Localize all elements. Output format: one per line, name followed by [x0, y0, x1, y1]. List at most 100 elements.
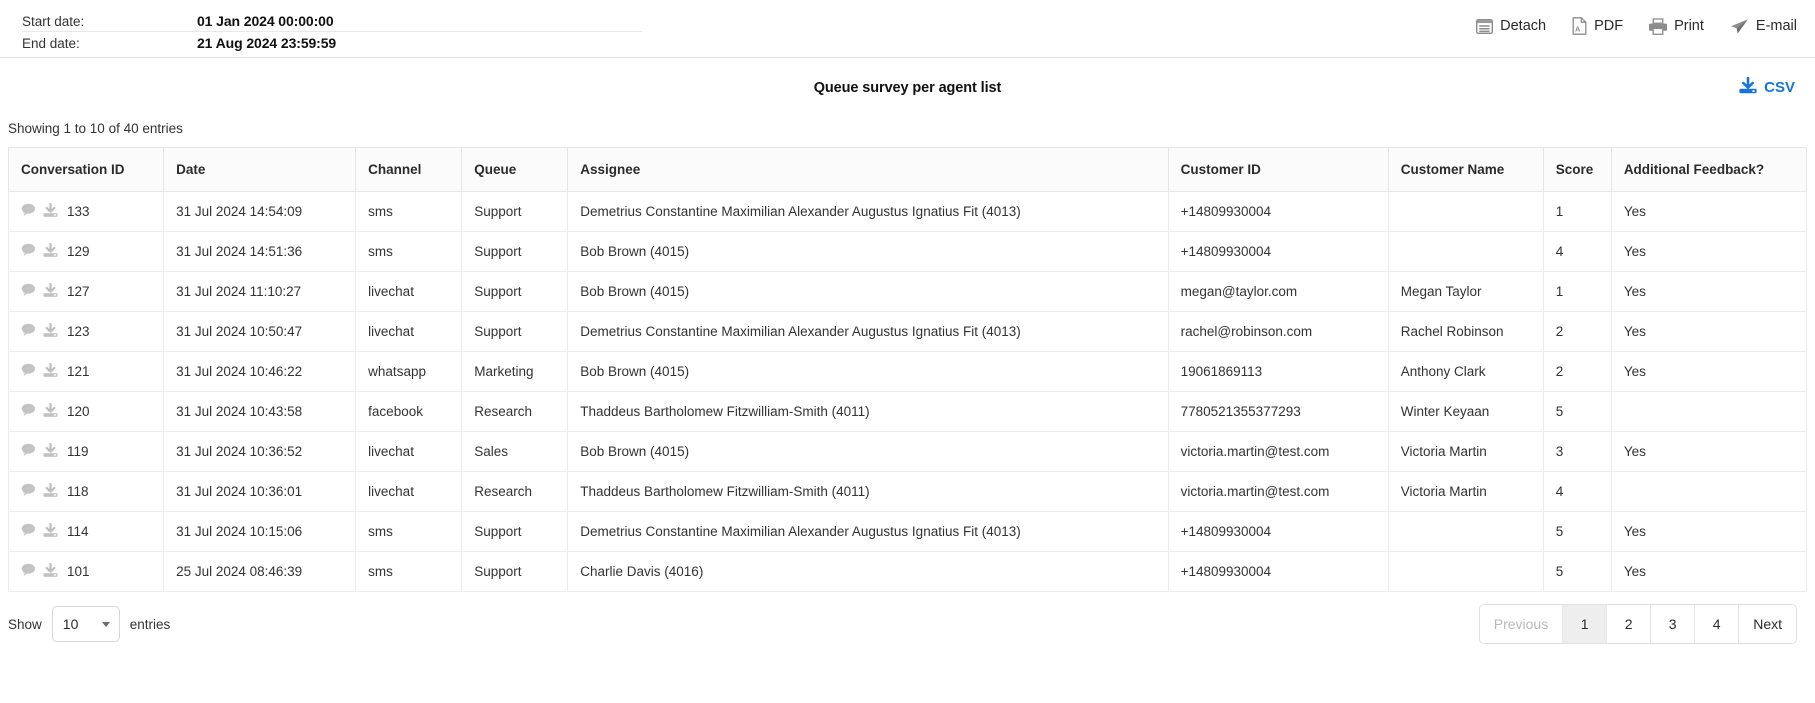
table-row: 118 31 Jul 2024 10:36:01 livechat Research T…	[7, 471, 1808, 512]
cell-customer-id: victoria.martin@test.com	[1167, 471, 1389, 512]
cell-customer-name: Megan Taylor	[1387, 271, 1544, 312]
chat-bubble-icon[interactable]	[21, 403, 36, 420]
printer-icon	[1649, 17, 1668, 35]
cell-additional-feedback	[1610, 471, 1808, 512]
pdf-button[interactable]: A PDF	[1572, 17, 1623, 35]
chat-bubble-icon[interactable]	[21, 483, 36, 500]
cell-customer-name	[1387, 551, 1544, 592]
report-actions-toolbar: Detach A PDF Print E-mail	[1476, 17, 1797, 35]
cell-customer-name: Rachel Robinson	[1387, 311, 1544, 352]
cell-score: 2	[1542, 351, 1612, 392]
table-row: 114 31 Jul 2024 10:15:06 sms Support Demetri…	[7, 511, 1808, 552]
cell-conversation-id: 121	[7, 351, 165, 392]
cell-date: 31 Jul 2024 10:15:06	[163, 511, 357, 552]
cell-queue: Research	[461, 391, 569, 432]
pdf-file-icon: A	[1572, 17, 1587, 35]
pagination-previous-button: Previous	[1479, 605, 1564, 643]
chat-bubble-icon[interactable]	[21, 523, 36, 540]
csv-export-button[interactable]: CSV	[1739, 76, 1795, 98]
download-icon[interactable]	[43, 322, 58, 341]
cell-assignee: Bob Brown (4015)	[567, 271, 1169, 312]
print-button[interactable]: Print	[1649, 17, 1704, 35]
cell-customer-name: Winter Keyaan	[1387, 391, 1544, 432]
table-row: 127 31 Jul 2024 11:10:27 livechat Support Bo…	[7, 271, 1808, 312]
table-row: 121 31 Jul 2024 10:46:22 whatsapp Marketing…	[7, 351, 1808, 392]
cell-customer-name: Victoria Martin	[1387, 471, 1544, 512]
cell-queue: Marketing	[461, 351, 569, 392]
pagination-3-button[interactable]: 3	[1651, 605, 1696, 643]
cell-customer-name: Victoria Martin	[1387, 431, 1544, 472]
cell-score: 4	[1542, 471, 1612, 512]
pagination-next-button[interactable]: Next	[1739, 605, 1796, 643]
cell-channel: sms	[355, 191, 463, 232]
cell-assignee: Demetrius Constantine Maximilian Alexand…	[567, 191, 1169, 232]
download-icon[interactable]	[43, 442, 58, 461]
pagination: Previous 1 2 3 4 Next	[1478, 604, 1797, 644]
cell-assignee: Bob Brown (4015)	[567, 231, 1169, 272]
conversation-id-value: 123	[67, 324, 90, 339]
cell-date: 31 Jul 2024 11:10:27	[163, 271, 357, 312]
cell-queue: Support	[461, 551, 569, 592]
download-icon[interactable]	[43, 482, 58, 501]
table-row: 129 31 Jul 2024 14:51:36 sms Support Bob Bro…	[7, 231, 1808, 272]
table-container: Conversation ID Date Channel Queue Assig…	[0, 147, 1815, 592]
cell-channel: livechat	[355, 311, 463, 352]
download-icon[interactable]	[43, 362, 58, 381]
chat-bubble-icon[interactable]	[21, 203, 36, 220]
chat-bubble-icon[interactable]	[21, 363, 36, 380]
pagination-1-button[interactable]: 1	[1563, 605, 1608, 643]
cell-score: 1	[1542, 271, 1612, 312]
cell-assignee: Demetrius Constantine Maximilian Alexand…	[567, 511, 1169, 552]
conversation-id-cell: 119	[21, 442, 151, 461]
entries-label: entries	[129, 616, 171, 632]
download-icon[interactable]	[43, 202, 58, 221]
download-icon[interactable]	[43, 402, 58, 421]
cell-score: 5	[1542, 551, 1612, 592]
report-title-row: Queue survey per agent list CSV	[0, 58, 1815, 120]
chat-bubble-icon[interactable]	[21, 283, 36, 300]
chat-bubble-icon[interactable]	[21, 563, 36, 580]
download-icon[interactable]	[43, 282, 58, 301]
cell-score: 1	[1542, 191, 1612, 232]
pagination-4-button[interactable]: 4	[1695, 605, 1740, 643]
cell-conversation-id: 129	[7, 231, 165, 272]
cell-conversation-id: 101	[7, 551, 165, 592]
column-header-queue: Queue	[461, 147, 569, 192]
page-size-value: 10	[62, 616, 79, 632]
cell-conversation-id: 133	[7, 191, 165, 232]
cell-customer-name	[1387, 191, 1544, 232]
download-icon[interactable]	[43, 562, 58, 581]
download-icon[interactable]	[43, 522, 58, 541]
column-header-date: Date	[163, 147, 357, 192]
conversation-id-cell: 127	[21, 282, 151, 301]
start-date-value: 01 Jan 2024 00:00:00	[197, 13, 334, 29]
email-button[interactable]: E-mail	[1730, 18, 1797, 35]
cell-customer-name	[1387, 231, 1544, 272]
conversation-id-value: 101	[67, 564, 90, 579]
page-size-select[interactable]: 10	[51, 606, 120, 642]
detach-label: Detach	[1500, 18, 1547, 34]
end-date-row: End date: 21 Aug 2024 23:59:59	[22, 32, 642, 54]
paper-plane-icon	[1730, 18, 1749, 35]
cell-date: 31 Jul 2024 10:36:52	[163, 431, 357, 472]
cell-assignee: Charlie Davis (4016)	[567, 551, 1169, 592]
email-label: E-mail	[1755, 18, 1797, 34]
page-title: Queue survey per agent list	[813, 80, 1002, 96]
entries-info: Showing 1 to 10 of 40 entries	[8, 121, 183, 136]
cell-customer-name: Anthony Clark	[1387, 351, 1544, 392]
chat-bubble-icon[interactable]	[21, 443, 36, 460]
chat-bubble-icon[interactable]	[21, 323, 36, 340]
cell-channel: sms	[355, 511, 463, 552]
detach-button[interactable]: Detach	[1476, 18, 1546, 34]
cell-additional-feedback: Yes	[1610, 191, 1808, 232]
chat-bubble-icon[interactable]	[21, 243, 36, 260]
conversation-id-value: 114	[67, 524, 89, 539]
cell-additional-feedback: Yes	[1610, 511, 1808, 552]
pagination-2-button[interactable]: 2	[1607, 605, 1652, 643]
cell-customer-id: +14809930004	[1167, 511, 1389, 552]
cell-assignee: Bob Brown (4015)	[567, 351, 1169, 392]
queue-survey-table: Conversation ID Date Channel Queue Assig…	[7, 147, 1808, 592]
cell-additional-feedback: Yes	[1610, 351, 1808, 392]
download-icon[interactable]	[43, 242, 58, 261]
csv-label: CSV	[1764, 79, 1795, 96]
